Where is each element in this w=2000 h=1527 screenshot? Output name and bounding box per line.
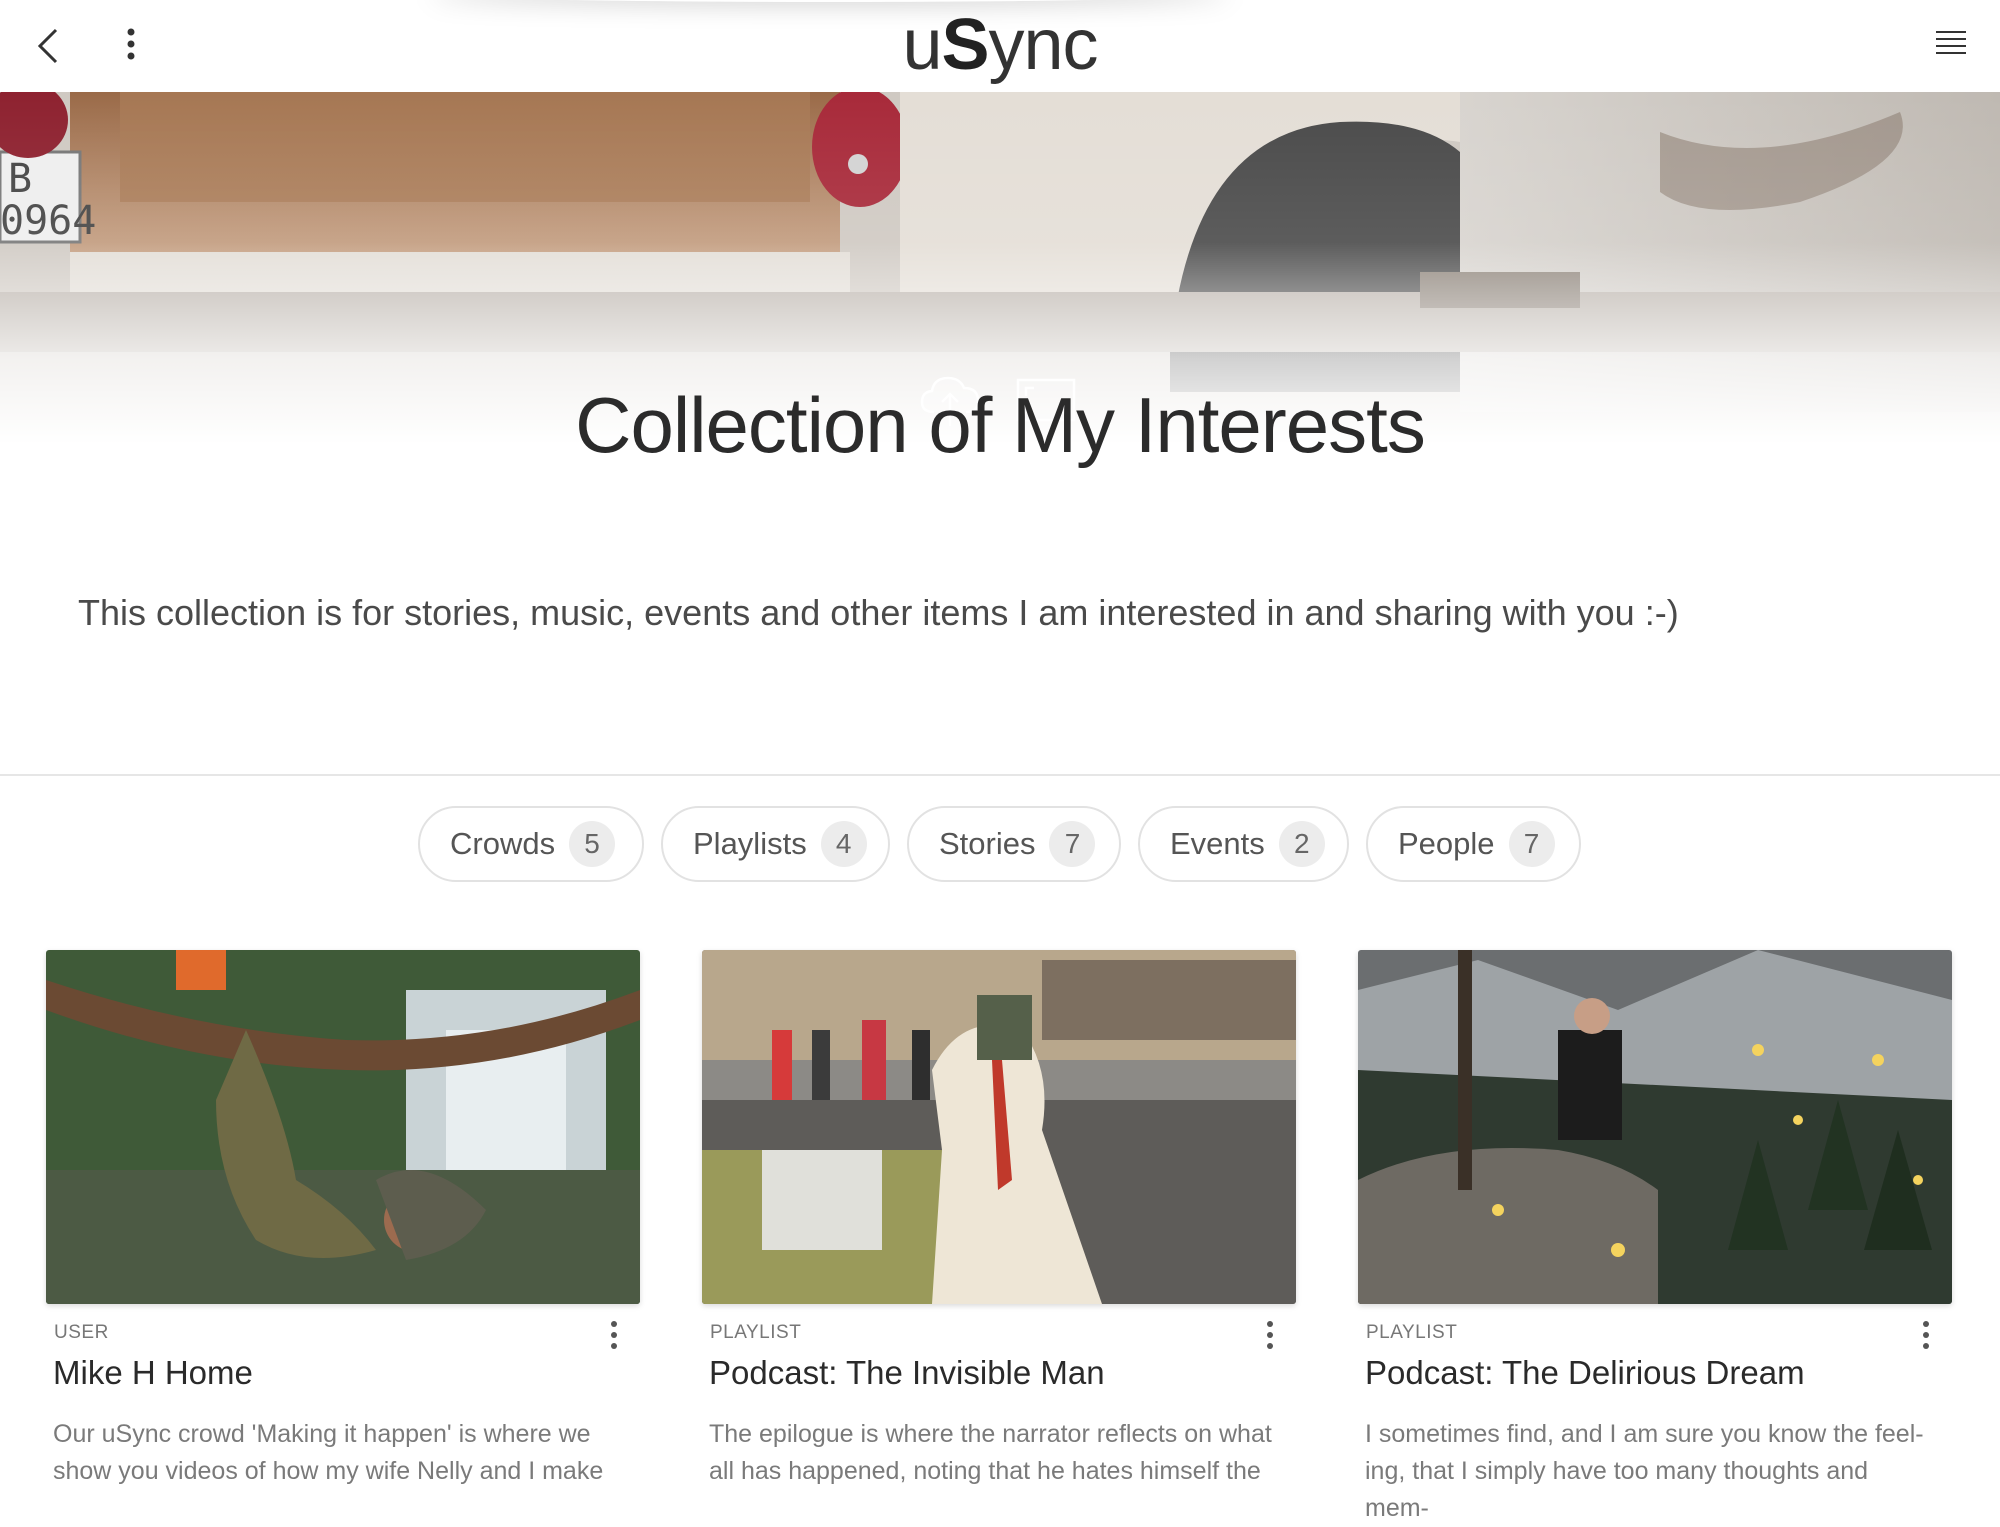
filter-count-badge: 2 xyxy=(1278,821,1325,867)
card-description: I sometimes find, and I am sure you know… xyxy=(1365,1420,1924,1522)
card-image[interactable] xyxy=(46,950,640,1304)
app-logo[interactable]: uSync xyxy=(0,4,2000,86)
collection-description: This collection is for stories, music, e… xyxy=(78,592,1679,633)
logo-bold: S xyxy=(941,5,989,85)
filter-count-badge: 5 xyxy=(569,821,616,867)
card-more-icon[interactable] xyxy=(1918,1318,1934,1352)
card-title[interactable]: Mike H Home xyxy=(53,1354,253,1392)
logo-suffix: ync xyxy=(988,5,1099,85)
logo-prefix: u xyxy=(902,5,942,85)
top-bar: uSync xyxy=(0,0,2000,92)
filter-count-badge: 4 xyxy=(820,821,867,867)
card-type-label: PLAYLIST xyxy=(710,1322,802,1343)
card-image[interactable] xyxy=(702,950,1296,1304)
filter-crowds[interactable]: Crowds 5 xyxy=(418,806,644,882)
filter-tabs: Crowds 5 Playlists 4 Stories 7 Events 2 … xyxy=(0,806,2000,886)
filter-label: Stories xyxy=(939,826,1036,861)
filter-playlists[interactable]: Playlists 4 xyxy=(661,806,890,882)
card-more-icon[interactable] xyxy=(606,1318,622,1352)
top-bar-shadow xyxy=(430,0,1230,2)
filter-events[interactable]: Events 2 xyxy=(1138,806,1349,882)
filter-people[interactable]: People 7 xyxy=(1366,806,1581,882)
filter-count-badge: 7 xyxy=(1049,821,1096,867)
card-description: The epilogue is where the narrator refle… xyxy=(709,1420,1272,1485)
card-type-label: PLAYLIST xyxy=(1366,1322,1458,1343)
hamburger-menu-icon[interactable] xyxy=(1932,28,1972,60)
card-description: Our uSync crowd 'Making it happen' is wh… xyxy=(53,1420,604,1485)
filter-stories[interactable]: Stories 7 xyxy=(907,806,1121,882)
card-type-label: USER xyxy=(54,1322,109,1343)
filter-label: People xyxy=(1398,826,1495,861)
card-image[interactable] xyxy=(1358,950,1952,1304)
card-title[interactable]: Podcast: The Invisible Man xyxy=(709,1354,1105,1392)
section-divider xyxy=(0,774,2000,776)
filter-count-badge: 7 xyxy=(1508,821,1555,867)
page-title: Collection of My Interests xyxy=(575,381,1426,469)
card-title[interactable]: Podcast: The Delirious Dream xyxy=(1365,1354,1805,1392)
filter-label: Events xyxy=(1170,826,1265,861)
filter-label: Playlists xyxy=(693,826,807,861)
filter-label: Crowds xyxy=(450,826,556,861)
card-more-icon[interactable] xyxy=(1262,1318,1278,1352)
